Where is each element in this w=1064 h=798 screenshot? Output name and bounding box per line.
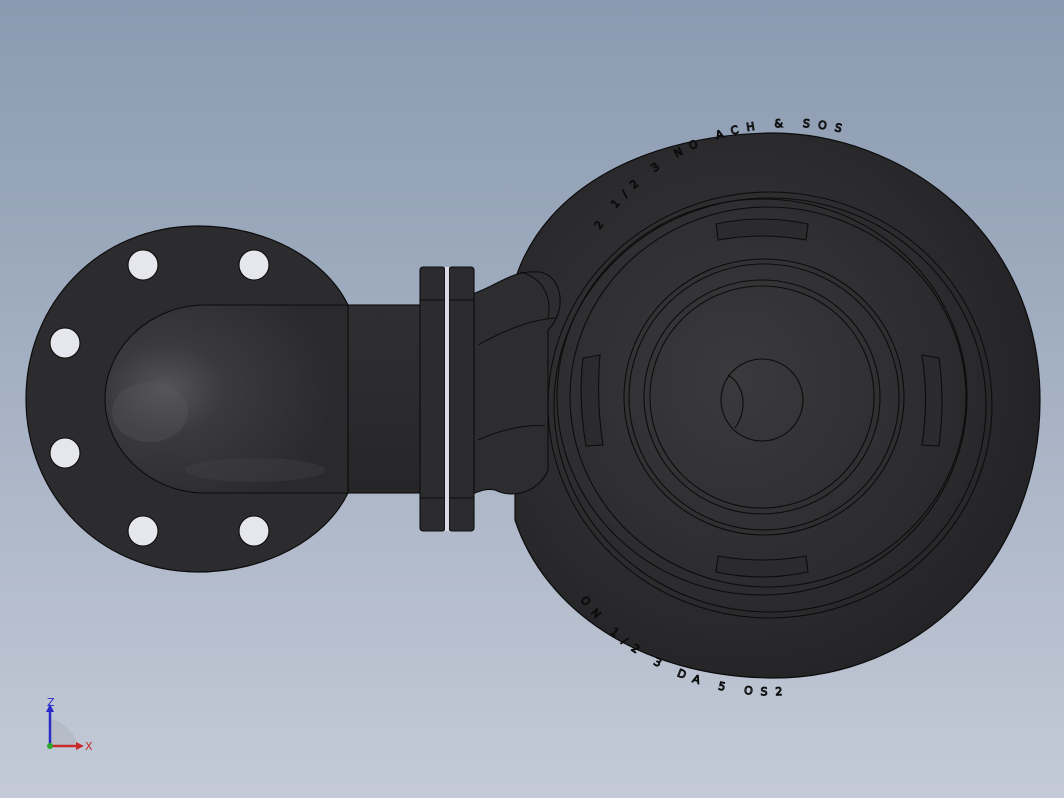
x-axis-label: X (85, 740, 93, 753)
rib-right (921, 354, 943, 447)
y-axis-dot (47, 743, 53, 749)
mating-flanges[interactable] (419, 266, 475, 532)
bolt-hole (49, 327, 81, 359)
discharge-neck (469, 271, 561, 496)
graphics-viewport[interactable]: 2 1/2 3 NO ACH & SOS ON 1/2 3 DA 5 OS2 Z… (0, 0, 1064, 798)
bolt-hole (127, 515, 159, 547)
bolt-hole (238, 515, 270, 547)
bolt-hole (127, 249, 159, 281)
z-axis-label: Z (47, 696, 55, 709)
elbow-highlight (112, 382, 188, 442)
pump-model[interactable]: 2 1/2 3 NO ACH & SOS ON 1/2 3 DA 5 OS2 (0, 0, 1064, 798)
inlet-elbow[interactable] (104, 304, 349, 494)
bolt-hole (49, 437, 81, 469)
bolt-hole (238, 249, 270, 281)
elbow-shading (185, 458, 325, 482)
x-axis-arrow (76, 742, 84, 750)
flange-plate-left[interactable] (419, 266, 446, 532)
gasket-gap (445, 267, 449, 531)
triad-plane (50, 718, 78, 746)
reference-triad: Z X (46, 696, 93, 753)
flange-plate-right[interactable] (448, 266, 475, 532)
